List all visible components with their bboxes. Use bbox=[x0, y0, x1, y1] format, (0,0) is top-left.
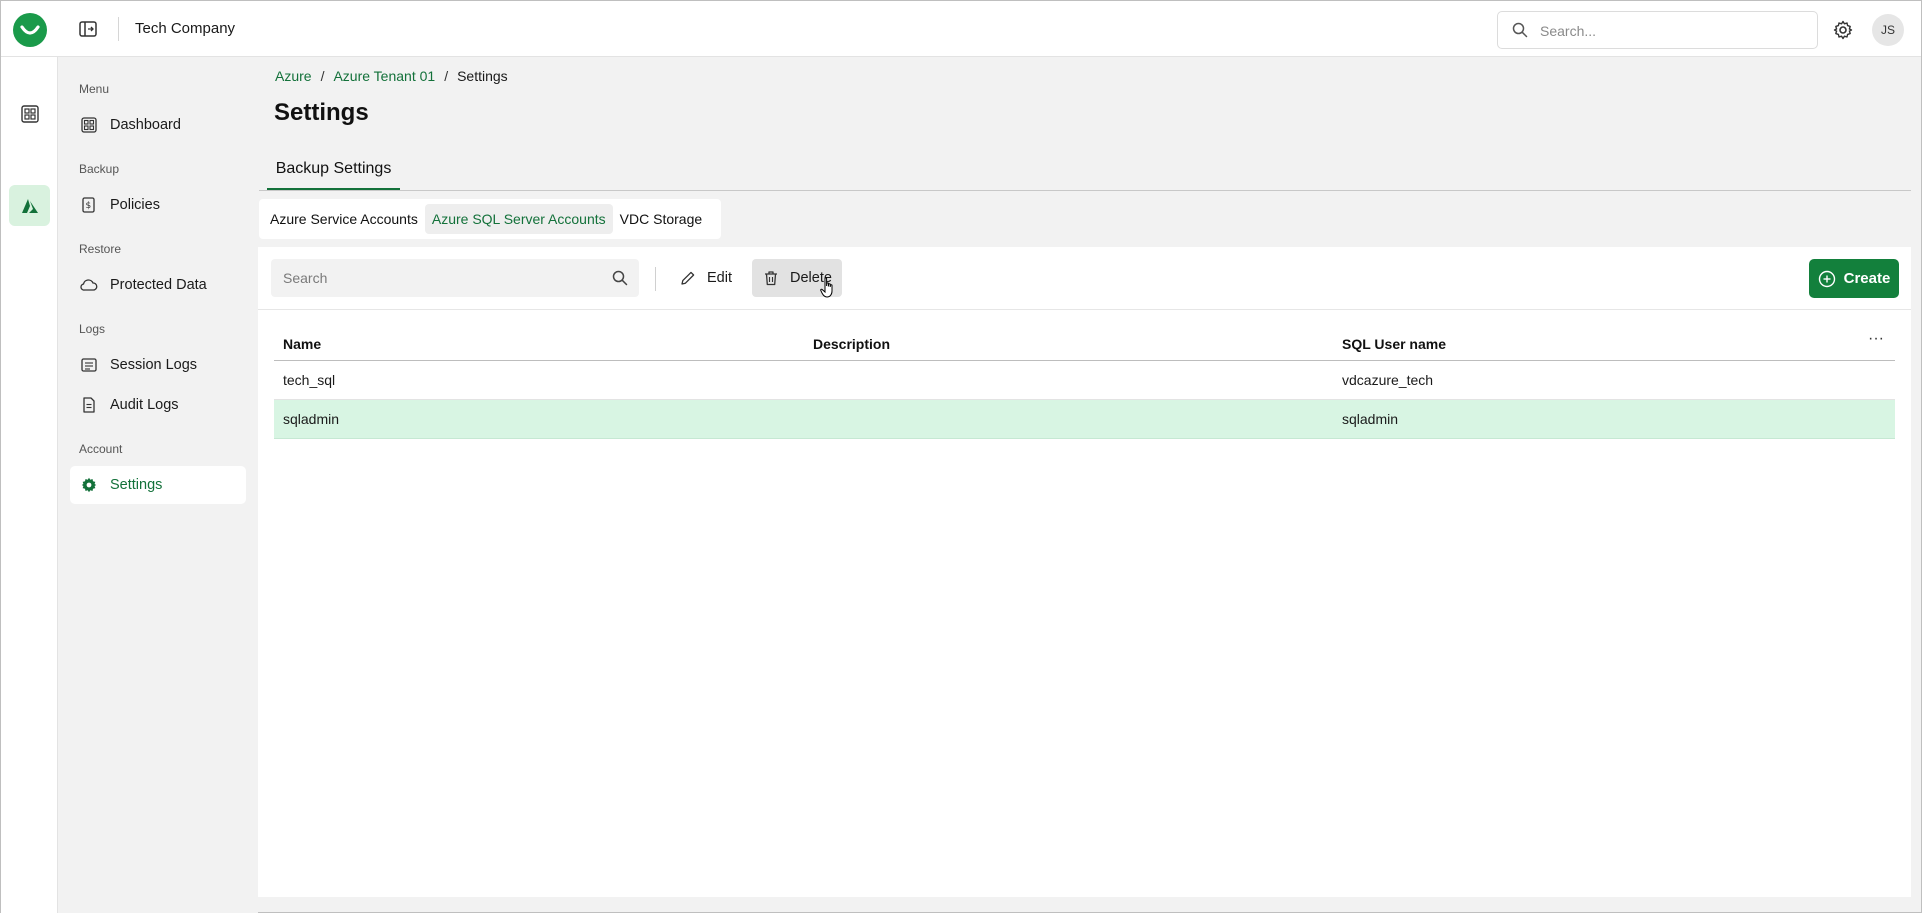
nav-item-audit-logs[interactable]: Audit Logs bbox=[70, 386, 246, 424]
nav-item-label: Policies bbox=[110, 197, 160, 213]
dashboard-icon bbox=[80, 116, 98, 134]
nav-section-menu: Menu bbox=[79, 82, 110, 96]
pencil-icon bbox=[679, 269, 697, 287]
trash-icon bbox=[762, 269, 780, 287]
subtab-azure-sql-server-accounts[interactable]: Azure SQL Server Accounts bbox=[424, 204, 613, 234]
nav-item-label: Audit Logs bbox=[110, 397, 179, 413]
page-title: Settings bbox=[274, 99, 369, 126]
search-icon[interactable] bbox=[612, 270, 628, 290]
search-icon bbox=[1512, 22, 1528, 42]
nav-item-protected-data[interactable]: Protected Data bbox=[70, 266, 246, 304]
company-name[interactable]: Tech Company bbox=[135, 20, 235, 37]
nav-item-policies[interactable]: $ Policies bbox=[70, 186, 246, 224]
settings-gear-icon[interactable] bbox=[1833, 20, 1853, 40]
session-logs-icon bbox=[80, 356, 98, 374]
nav-item-settings[interactable]: Settings bbox=[70, 466, 246, 504]
column-header-sql-user[interactable]: SQL User name bbox=[1342, 336, 1446, 352]
subtab-azure-service-accounts[interactable]: Azure Service Accounts bbox=[263, 204, 425, 234]
column-header-name[interactable]: Name bbox=[283, 336, 321, 352]
nav-section-logs: Logs bbox=[79, 322, 106, 336]
divider bbox=[118, 17, 119, 41]
hand-cursor-icon bbox=[820, 277, 836, 303]
nav-panel: Menu Dashboard Backup $ Policies Restore… bbox=[58, 57, 258, 913]
edit-button[interactable]: Edit bbox=[669, 259, 742, 297]
nav-section-account: Account bbox=[79, 442, 123, 456]
sidebar-toggle-icon[interactable] bbox=[78, 19, 98, 39]
left-rail bbox=[1, 57, 58, 913]
subtabs: Azure Service Accounts Azure SQL Server … bbox=[259, 199, 721, 239]
breadcrumb-current: Settings bbox=[457, 68, 508, 84]
nav-section-backup: Backup bbox=[79, 162, 120, 176]
audit-logs-icon bbox=[80, 396, 98, 414]
column-header-description[interactable]: Description bbox=[813, 336, 890, 352]
gear-icon bbox=[80, 476, 98, 494]
tab-backup-settings[interactable]: Backup Settings bbox=[267, 160, 400, 191]
table-row-selected[interactable]: sqladmin sqladmin bbox=[274, 400, 1895, 439]
toolbar-divider bbox=[655, 267, 656, 291]
table-row[interactable]: tech_sql vdcazure_tech bbox=[274, 361, 1895, 400]
content-panel: Edit Delete Create Name Description SQL … bbox=[258, 247, 1911, 897]
nav-item-label: Dashboard bbox=[110, 117, 181, 133]
subtab-vdc-storage[interactable]: VDC Storage bbox=[613, 204, 709, 234]
breadcrumb-azure[interactable]: Azure bbox=[275, 68, 312, 84]
nav-item-dashboard[interactable]: Dashboard bbox=[70, 106, 246, 144]
rail-dashboard-icon[interactable] bbox=[9, 93, 50, 134]
app-logo[interactable] bbox=[13, 13, 47, 47]
nav-item-label: Protected Data bbox=[110, 277, 207, 293]
svg-text:$: $ bbox=[86, 201, 92, 211]
grid-search[interactable] bbox=[271, 259, 639, 297]
edit-label: Edit bbox=[707, 270, 732, 286]
cell-name: tech_sql bbox=[283, 372, 336, 388]
top-bar: Tech Company JS bbox=[1, 1, 1921, 57]
create-label: Create bbox=[1843, 270, 1891, 287]
nav-section-restore: Restore bbox=[79, 242, 122, 256]
user-avatar[interactable]: JS bbox=[1872, 14, 1904, 46]
rail-azure-icon[interactable] bbox=[9, 185, 50, 226]
create-button[interactable]: Create bbox=[1809, 259, 1899, 298]
global-search[interactable] bbox=[1497, 11, 1818, 49]
nav-item-label: Settings bbox=[110, 477, 163, 493]
cell-sql-user: sqladmin bbox=[1342, 411, 1399, 427]
policies-icon: $ bbox=[80, 196, 98, 214]
global-search-input[interactable] bbox=[1540, 20, 1800, 42]
more-options-icon[interactable]: ··· bbox=[1865, 331, 1887, 350]
breadcrumb: Azure / Azure Tenant 01/Settings bbox=[275, 68, 508, 84]
nav-item-session-logs[interactable]: Session Logs bbox=[70, 346, 246, 384]
toolbar-divider-line bbox=[258, 309, 1911, 310]
cloud-icon bbox=[80, 276, 98, 294]
cell-sql-user: vdcazure_tech bbox=[1342, 372, 1434, 388]
grid-search-input[interactable] bbox=[283, 267, 603, 289]
cell-name: sqladmin bbox=[283, 411, 340, 427]
accounts-table: Name Description SQL User name ··· tech_… bbox=[274, 329, 1895, 439]
tabs-divider bbox=[259, 190, 1911, 191]
nav-item-label: Session Logs bbox=[110, 357, 198, 373]
table-header: Name Description SQL User name ··· bbox=[274, 329, 1895, 361]
plus-circle-icon bbox=[1818, 270, 1836, 288]
breadcrumb-tenant[interactable]: Azure Tenant 01 bbox=[333, 68, 435, 84]
